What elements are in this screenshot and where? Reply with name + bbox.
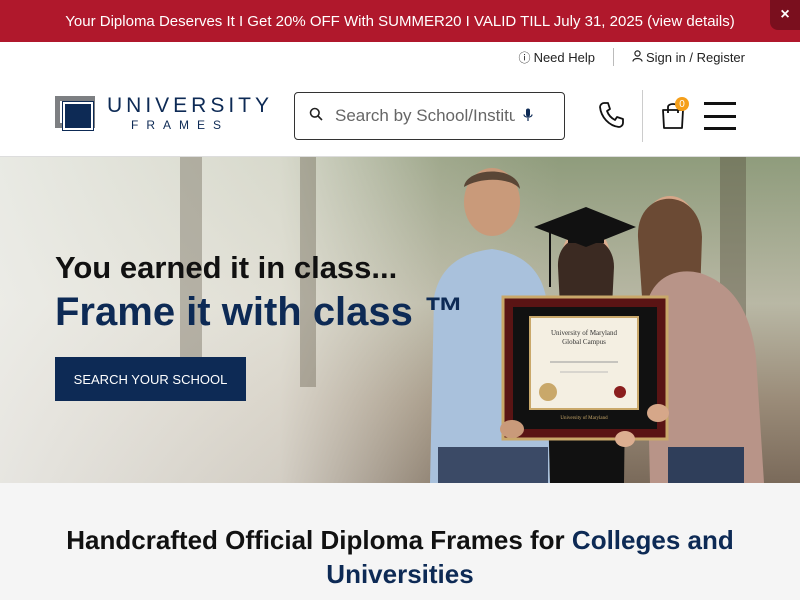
microphone-icon[interactable] [523,108,533,125]
promo-text[interactable]: Your Diploma Deserves It I Get 20% OFF W… [65,13,734,30]
logo-frame-inner [62,101,94,131]
utility-divider [613,48,614,66]
svg-text:University of Maryland: University of Maryland [560,416,608,421]
close-icon[interactable]: × [770,0,800,30]
section-heading-part1: Handcrafted Official Diploma Frames for [66,525,565,555]
utility-bar: ⓘ Need Help Sign in / Register [519,48,745,66]
signin-register-link[interactable]: Sign in / Register [646,50,745,65]
cart-count-badge: 0 [675,97,689,111]
svg-text:Global Campus: Global Campus [562,338,606,346]
svg-text:University of Maryland: University of Maryland [551,329,618,337]
promo-banner[interactable]: Your Diploma Deserves It I Get 20% OFF W… [0,0,800,42]
hero-banner: University of Maryland Global Campus Uni… [0,157,800,483]
user-icon [632,49,643,65]
search-box[interactable] [294,92,565,140]
logo-wordmark: UNIVERSITY [107,94,274,117]
intro-section: Handcrafted Official Diploma Frames for … [0,483,800,600]
hamburger-menu-icon[interactable] [704,102,736,130]
phone-icon[interactable] [598,100,626,130]
info-circle-icon: ⓘ [518,50,531,65]
header-divider [642,90,643,142]
hero-headline: You earned it in class... [55,250,398,285]
hero-tagline: Frame it with class ™ [55,290,465,334]
logo-subword: FRAMES [131,118,230,132]
section-heading: Handcrafted Official Diploma Frames for … [60,523,740,591]
search-input[interactable] [335,106,515,126]
need-help-link[interactable]: Need Help [534,50,595,65]
search-icon[interactable] [309,107,327,125]
search-your-school-button[interactable]: SEARCH YOUR SCHOOL [55,357,246,401]
site-logo[interactable]: UNIVERSITY FRAMES [55,94,270,138]
